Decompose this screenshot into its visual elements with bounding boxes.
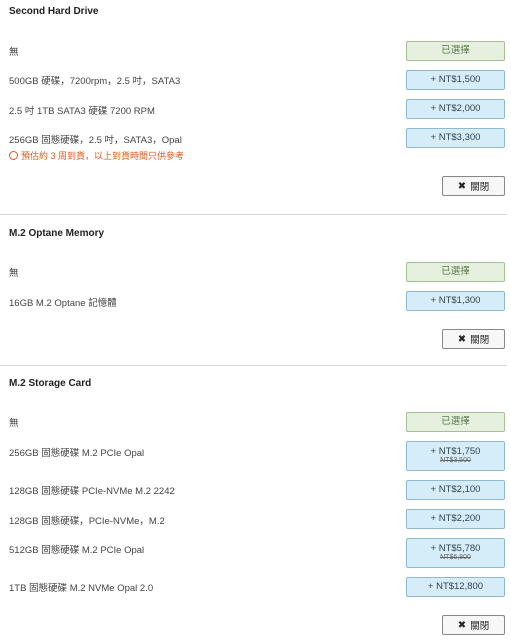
add-1tb-m2-button[interactable]: + NT$12,800 [406,577,505,597]
option-selected-button[interactable]: 已選擇 [406,41,505,61]
button-label: + NT$1,300 [430,294,481,306]
close-button[interactable]: ✖ 關閉 [442,615,505,635]
close-icon: ✖ [457,333,467,345]
section-title-second-hard-drive: Second Hard Drive [9,6,99,17]
button-label: + NT$12,800 [427,580,484,592]
original-price: NT$6,800 [440,554,471,562]
option-label-none: 無 [9,47,19,58]
add-500gb-hdd-button[interactable]: + NT$1,500 [406,70,505,90]
section-title-m2-storage-card: M.2 Storage Card [9,378,92,389]
add-256gb-ssd-button[interactable]: + NT$3,300 [406,128,505,148]
option-label-1tb-hdd: 2.5 吋 1TB SATA3 硬碟 7200 RPM [9,106,155,117]
button-label: + NT$2,100 [430,483,481,495]
button-label: + NT$2,200 [430,512,481,524]
option-label-512gb-m2: 512GB 固態硬碟 M.2 PCIe Opal [9,545,145,556]
option-label-128gb-nvme: 128GB 固態硬碟，PCIe-NVMe，M.2 [9,516,165,527]
button-label: 已選擇 [441,415,470,427]
option-label-none: 無 [9,268,19,279]
button-label: + NT$3,300 [430,131,481,143]
close-label: 關閉 [470,621,490,632]
section-divider [0,214,507,215]
add-16gb-optane-button[interactable]: + NT$1,300 [406,291,505,311]
option-label-256gb-ssd: 256GB 固態硬碟，2.5 吋，SATA3，Opal [9,135,182,146]
option-label-500gb-hdd: 500GB 硬碟，7200rpm，2.5 吋，SATA3 [9,76,181,87]
section-divider [0,365,507,366]
add-128gb-nvme-button[interactable]: + NT$2,200 [406,509,505,529]
close-button[interactable]: ✖ 關閉 [442,329,505,349]
option-selected-button[interactable]: 已選擇 [406,412,505,432]
option-label-none: 無 [9,418,19,429]
button-label: + NT$1,500 [430,73,481,85]
button-label: 已選擇 [441,44,470,56]
add-128gb-2242-button[interactable]: + NT$2,100 [406,480,505,500]
button-label: + NT$5,780 [430,542,481,554]
button-label: + NT$1,750 [430,445,481,457]
close-icon: ✖ [457,619,467,631]
close-label: 關閉 [470,182,490,193]
option-label-1tb-m2: 1TB 固態硬碟 M.2 NVMe Opal 2.0 [9,583,154,594]
clock-icon [9,151,18,160]
delivery-note: 預估約 3 周到貨，以上到貨時間只供參考 [9,149,184,162]
add-1tb-hdd-button[interactable]: + NT$2,000 [406,99,505,119]
button-label: + NT$2,000 [430,102,481,114]
close-button[interactable]: ✖ 關閉 [442,176,505,196]
option-selected-button[interactable]: 已選擇 [406,262,505,282]
add-256gb-m2-button[interactable]: + NT$1,750 NT$3,500 [406,441,505,471]
close-icon: ✖ [457,180,467,192]
button-label: 已選擇 [441,265,470,277]
option-label-256gb-m2: 256GB 固態硬碟 M.2 PCIe Opal [9,448,145,459]
original-price: NT$3,500 [440,457,471,465]
close-label: 關閉 [470,335,490,346]
delivery-note-text: 預估約 3 周到貨，以上到貨時間只供參考 [21,151,185,161]
option-label-16gb-optane: 16GB M.2 Optane 記憶體 [9,298,117,309]
option-label-128gb-2242: 128GB 固態硬碟 PCIe-NVMe M.2 2242 [9,486,175,497]
section-title-m2-optane: M.2 Optane Memory [9,228,105,239]
add-512gb-m2-button[interactable]: + NT$5,780 NT$6,800 [406,538,505,568]
